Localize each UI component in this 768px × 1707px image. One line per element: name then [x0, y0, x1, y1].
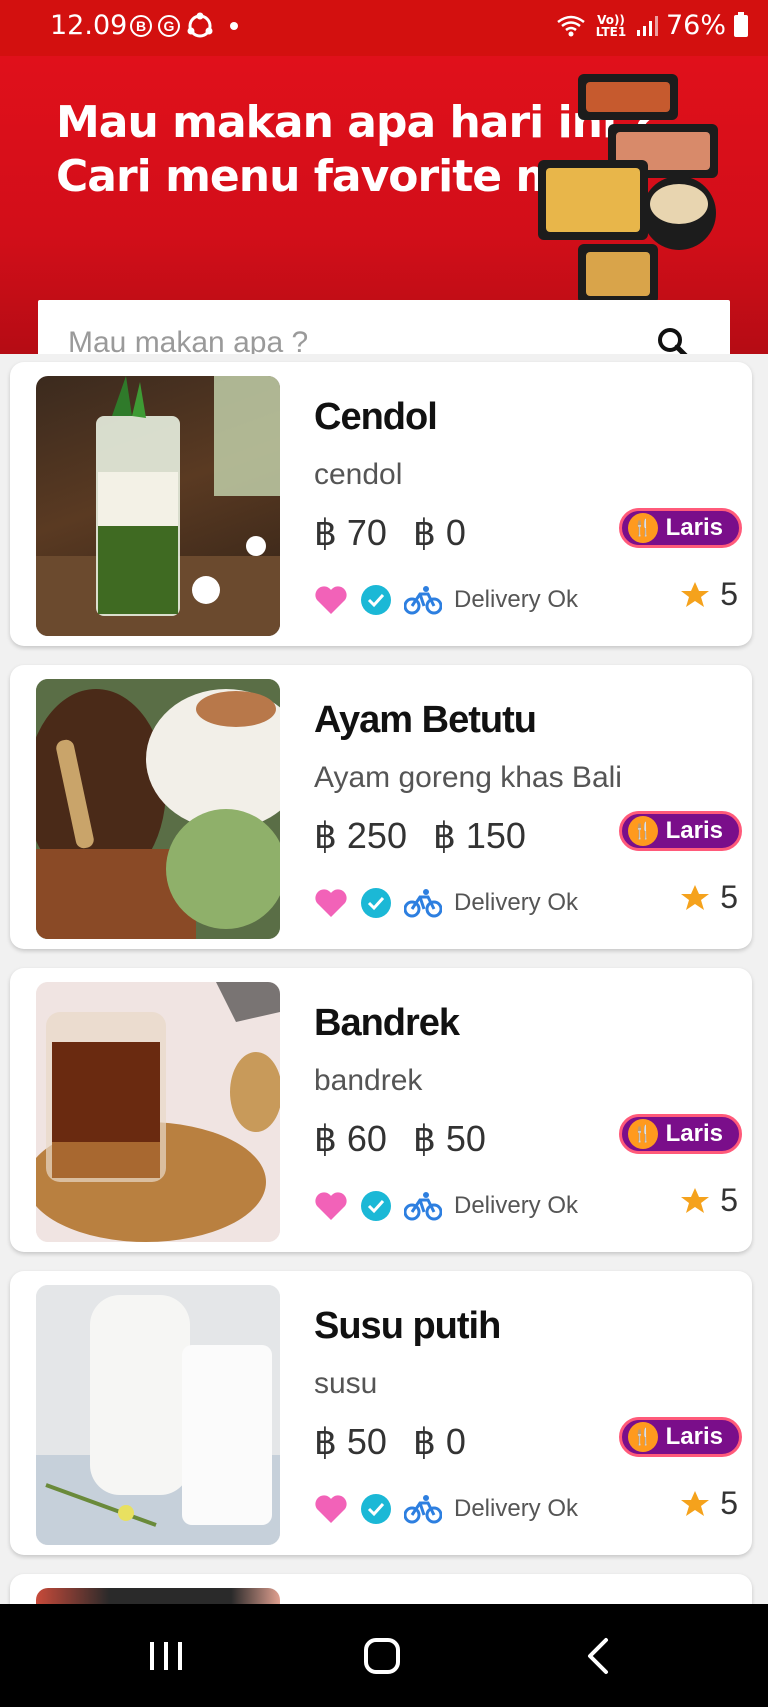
g-badge-icon: G	[158, 15, 180, 37]
menu-card[interactable]: Cendol cendol ฿ 70 ฿ 0 🍴 Laris Delivery O…	[10, 362, 752, 646]
heart-icon[interactable]	[314, 888, 348, 918]
rating-value: 5	[720, 576, 738, 612]
bicycle-icon	[404, 889, 442, 918]
menu-item-image	[36, 982, 280, 1242]
menu-card[interactable]: Bandrek bandrek ฿ 60 ฿ 50 🍴 Laris Deliver…	[10, 968, 752, 1252]
signal-icon	[636, 15, 658, 36]
price-original: ฿ 70	[314, 512, 387, 553]
laris-badge: 🍴 Laris	[618, 508, 742, 548]
laris-badge: 🍴 Laris	[618, 1417, 742, 1457]
sync-icon	[187, 12, 213, 38]
check-icon	[361, 1191, 391, 1221]
delivery-status: Delivery Ok	[454, 889, 579, 916]
food-trays-image	[538, 64, 728, 304]
rating: 5	[680, 879, 738, 916]
check-icon	[361, 585, 391, 615]
search-bar[interactable]: Mau makan apa ?	[38, 300, 730, 354]
menu-item-price: ฿ 70 ฿ 0	[314, 512, 492, 554]
price-discount: ฿ 150	[432, 815, 526, 856]
price-original: ฿ 50	[314, 1421, 387, 1462]
restaurant-icon: 🍴	[627, 513, 658, 543]
price-original: ฿ 60	[314, 1118, 387, 1159]
menu-item-image	[36, 679, 280, 939]
star-icon	[681, 884, 710, 910]
bicycle-icon	[404, 1192, 442, 1221]
bicycle-icon	[404, 586, 442, 615]
heart-icon[interactable]	[314, 585, 348, 615]
promo-banner: Mau makan apa hari ini ? Cari menu favor…	[0, 56, 768, 354]
rating: 5	[680, 1182, 738, 1219]
home-icon[interactable]	[358, 1634, 406, 1678]
badge-label: Laris	[665, 817, 723, 844]
menu-item-name: Ayam Betutu	[314, 699, 537, 741]
battery-percent: 76%	[665, 10, 726, 41]
price-discount: ฿ 0	[412, 512, 466, 553]
menu-item-meta: Delivery Ok	[314, 584, 578, 616]
star-icon	[681, 1187, 710, 1213]
status-right: Vo)) LTE1 76%	[556, 10, 748, 41]
menu-card[interactable]: Susu putih susu ฿ 50 ฿ 0 🍴 Laris Delivery…	[10, 1271, 752, 1555]
network-label: Vo)) LTE1	[595, 12, 627, 39]
menu-item-price: ฿ 250 ฿ 150	[314, 815, 552, 857]
price-original: ฿ 250	[314, 815, 407, 856]
heart-icon[interactable]	[314, 1494, 348, 1524]
status-bar: 12.09 B G Vo)) LTE1 76%	[0, 0, 768, 56]
laris-badge: 🍴 Laris	[618, 811, 742, 851]
star-icon	[681, 1490, 710, 1516]
menu-item-description: bandrek	[314, 1064, 423, 1097]
status-time: 12.09	[50, 10, 128, 41]
laris-badge: 🍴 Laris	[618, 1114, 742, 1154]
battery-icon	[734, 11, 748, 37]
heart-icon[interactable]	[314, 1191, 348, 1221]
price-discount: ฿ 0	[412, 1421, 466, 1462]
search-input[interactable]: Mau makan apa ?	[68, 326, 308, 354]
rating-value: 5	[720, 879, 738, 915]
menu-item-name: Susu putih	[314, 1305, 501, 1347]
star-icon	[681, 581, 710, 607]
menu-item-price: ฿ 50 ฿ 0	[314, 1421, 492, 1463]
b-badge-icon: B	[130, 15, 152, 37]
back-icon[interactable]	[574, 1634, 622, 1678]
menu-item-description: cendol	[314, 458, 403, 491]
menu-item-description: Ayam goreng khas Bali	[314, 761, 622, 794]
search-icon[interactable]	[656, 326, 692, 354]
menu-item-name: Bandrek	[314, 1002, 460, 1044]
menu-item-image	[36, 1285, 280, 1545]
price-discount: ฿ 50	[412, 1118, 486, 1159]
rating-value: 5	[720, 1182, 738, 1218]
recents-icon[interactable]	[142, 1634, 190, 1678]
restaurant-icon: 🍴	[627, 1422, 658, 1452]
menu-item-meta: Delivery Ok	[314, 887, 578, 919]
badge-label: Laris	[665, 514, 723, 541]
check-icon	[361, 1494, 391, 1524]
restaurant-icon: 🍴	[627, 1119, 658, 1149]
menu-item-name: Cendol	[314, 396, 438, 438]
rating: 5	[680, 1485, 738, 1522]
wifi-icon	[557, 15, 585, 36]
menu-item-meta: Delivery Ok	[314, 1493, 578, 1525]
menu-item-image	[36, 376, 280, 636]
badge-label: Laris	[665, 1120, 723, 1147]
bicycle-icon	[404, 1495, 442, 1524]
rating-value: 5	[720, 1485, 738, 1521]
status-notification-icons: B G	[130, 12, 238, 40]
delivery-status: Delivery Ok	[454, 586, 579, 613]
restaurant-icon: 🍴	[627, 816, 658, 846]
notification-dot	[230, 22, 238, 30]
rating: 5	[680, 576, 738, 613]
menu-item-price: ฿ 60 ฿ 50	[314, 1118, 512, 1160]
check-icon	[361, 888, 391, 918]
menu-item-meta: Delivery Ok	[314, 1190, 578, 1222]
system-nav-bar	[0, 1604, 768, 1707]
delivery-status: Delivery Ok	[454, 1495, 579, 1522]
badge-label: Laris	[665, 1423, 723, 1450]
menu-item-description: susu	[314, 1367, 378, 1400]
menu-card[interactable]: Ayam Betutu Ayam goreng khas Bali ฿ 250 ฿…	[10, 665, 752, 949]
delivery-status: Delivery Ok	[454, 1192, 579, 1219]
